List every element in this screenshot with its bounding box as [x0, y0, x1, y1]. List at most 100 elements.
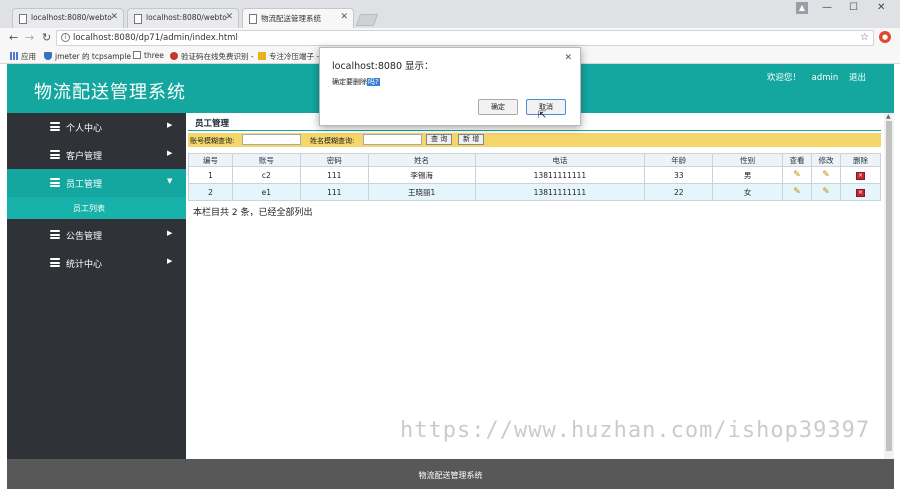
- table-header-row: 编号 账号 密码 姓名 电话 年龄 性别 查看 修改 删除: [188, 153, 882, 167]
- chevron-right-icon: ▶: [167, 149, 173, 157]
- edit-pencil-icon[interactable]: ✎: [821, 188, 830, 197]
- star-icon[interactable]: ☆: [860, 32, 869, 43]
- cell-password: 111: [299, 183, 369, 201]
- bookmark-three[interactable]: three: [133, 51, 164, 60]
- url-text: localhost:8080/dp71/admin/index.html: [73, 33, 238, 43]
- sidebar-item-customers[interactable]: 客户管理 ▶: [7, 141, 186, 169]
- sidebar: 个人中心 ▶ 客户管理 ▶ 员工管理 ▼ 员工列表 公告管理 ▶ 统计中心 ▶: [7, 113, 186, 459]
- delete-icon[interactable]: ×: [855, 189, 865, 197]
- ok-button[interactable]: 确定: [478, 99, 518, 115]
- extension-icon[interactable]: ●: [879, 31, 891, 43]
- chevron-right-icon: ▶: [167, 121, 173, 129]
- column-header: 编号: [188, 153, 233, 167]
- profile-icon[interactable]: ▲: [796, 2, 808, 14]
- cell-id: 1: [188, 166, 233, 184]
- bookmark-terminal[interactable]: 专注冷压端子 -: [258, 51, 319, 62]
- chevron-down-icon: ▼: [167, 177, 173, 185]
- sidebar-subitem-employee-list[interactable]: 员工列表: [7, 197, 186, 219]
- column-header: 性别: [712, 153, 784, 167]
- tab-label: localhost:8080/webto: [146, 13, 227, 22]
- page-scrollbar[interactable]: ▲: [884, 113, 894, 459]
- window-close-icon[interactable]: ✕: [877, 2, 885, 13]
- view-pencil-icon[interactable]: ✎: [793, 171, 802, 180]
- column-header: 电话: [474, 153, 646, 167]
- stack-icon: [50, 122, 60, 131]
- view-pencil-icon[interactable]: ✎: [793, 188, 802, 197]
- column-header: 删除: [839, 153, 882, 167]
- stack-icon: [50, 178, 60, 187]
- cell-age: 33: [644, 166, 714, 184]
- record-summary: 本栏目共 2 条，已经全部列出: [193, 208, 313, 218]
- mouse-cursor-icon: ⇱: [538, 110, 547, 121]
- cell-phone: 13811111111: [474, 183, 646, 201]
- cell-account: e1: [231, 183, 301, 201]
- bookmark-jmeter[interactable]: jmeter 的 tcpsample: [44, 51, 131, 62]
- back-icon[interactable]: ←: [9, 31, 18, 44]
- new-tab-button[interactable]: [355, 14, 379, 26]
- username-link[interactable]: admin: [812, 73, 839, 83]
- browser-tab-3[interactable]: 物流配送管理系统 ✕: [242, 8, 354, 28]
- add-button[interactable]: 新 增: [458, 134, 485, 145]
- app-footer: 物流配送管理系统: [7, 459, 894, 489]
- dialog-message-text: 确定要删除: [332, 78, 367, 86]
- watermark-text: https://www.huzhan.com/ishop39397: [400, 418, 871, 443]
- sidebar-item-label: 统计中心: [66, 260, 103, 270]
- bookmark-captcha[interactable]: 验证码在线免费识别 -: [170, 51, 254, 62]
- close-icon[interactable]: ✕: [110, 12, 118, 22]
- employee-table: 编号 账号 密码 姓名 电话 年龄 性别 查看 修改 删除 1 c2 111 李…: [188, 153, 882, 201]
- search-account-input[interactable]: [242, 134, 301, 145]
- sidebar-item-notices[interactable]: 公告管理 ▶: [7, 221, 186, 249]
- cell-name: 李锡海: [367, 166, 476, 184]
- delete-icon[interactable]: ×: [855, 172, 865, 180]
- view-cell: ✎: [782, 166, 813, 184]
- view-cell: ✎: [782, 183, 813, 201]
- close-icon[interactable]: ✕: [340, 12, 348, 22]
- query-button[interactable]: 查 询: [426, 134, 453, 145]
- search-name-input[interactable]: [363, 134, 422, 145]
- dialog-message: 确定要删除吗?: [332, 77, 380, 87]
- close-icon[interactable]: ✕: [564, 53, 572, 63]
- forward-icon[interactable]: →: [25, 31, 34, 44]
- shield-icon: [44, 52, 52, 60]
- stack-icon: [50, 258, 60, 267]
- browser-tab-1[interactable]: localhost:8080/webto ✕: [12, 8, 124, 28]
- cell-password: 111: [299, 166, 369, 184]
- address-bar[interactable]: i localhost:8080/dp71/admin/index.html ☆: [56, 30, 874, 46]
- close-icon[interactable]: ✕: [225, 12, 233, 22]
- sidebar-item-employees[interactable]: 员工管理 ▼: [7, 169, 186, 197]
- dialog-title: localhost:8080 显示：: [332, 61, 434, 72]
- table-row: 2 e1 111 王晓丽1 13811111111 22 女 ✎ ✎ ×: [188, 183, 882, 201]
- bookmark-apps[interactable]: 应用: [10, 51, 36, 62]
- submenu-label: 员工列表: [73, 204, 105, 213]
- cell-gender: 男: [712, 166, 784, 184]
- site-icon: [170, 52, 178, 60]
- edit-cell: ✎: [811, 183, 841, 201]
- page-icon: [249, 14, 257, 24]
- scroll-up-icon[interactable]: ▲: [886, 113, 891, 120]
- cell-name: 王晓丽1: [367, 183, 476, 201]
- dialog-message-selection: 吗?: [367, 78, 380, 86]
- minimize-icon[interactable]: —: [822, 2, 832, 13]
- sidebar-item-label: 公告管理: [66, 232, 103, 242]
- scrollbar-thumb[interactable]: [886, 121, 892, 451]
- logout-link[interactable]: 退出: [849, 73, 866, 83]
- reload-icon[interactable]: ↻: [42, 31, 51, 44]
- tab-label: localhost:8080/webto: [31, 13, 112, 22]
- delete-cell: ×: [839, 166, 882, 184]
- info-icon[interactable]: i: [61, 33, 70, 42]
- browser-tab-strip: localhost:8080/webto ✕ localhost:8080/we…: [0, 0, 900, 28]
- browser-tab-2[interactable]: localhost:8080/webto ✕: [127, 8, 239, 28]
- page-icon: [133, 51, 141, 59]
- sidebar-item-profile[interactable]: 个人中心 ▶: [7, 113, 186, 141]
- column-header: 姓名: [367, 153, 476, 167]
- cell-phone: 13811111111: [474, 166, 646, 184]
- column-header: 密码: [299, 153, 369, 167]
- sidebar-item-statistics[interactable]: 统计中心 ▶: [7, 249, 186, 277]
- search-account-label: 账号模糊查询:: [190, 137, 235, 145]
- user-links: 欢迎您！ admin 退出: [759, 71, 866, 83]
- edit-pencil-icon[interactable]: ✎: [821, 171, 830, 180]
- maximize-icon[interactable]: ☐: [849, 2, 858, 13]
- search-bar: 账号模糊查询: 姓名模糊查询: 查 询 新 增: [188, 133, 881, 147]
- cell-age: 22: [644, 183, 714, 201]
- column-header: 年龄: [644, 153, 714, 167]
